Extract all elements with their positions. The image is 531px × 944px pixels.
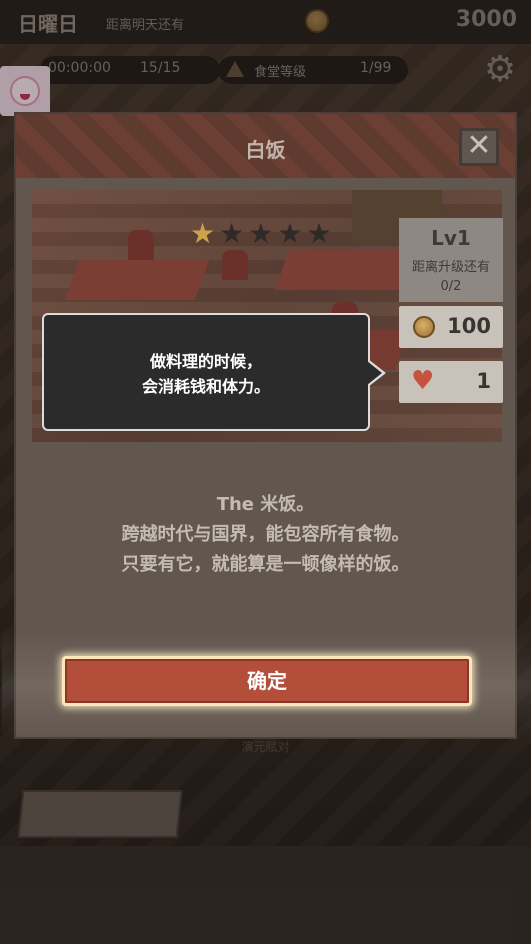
chair bbox=[222, 250, 248, 280]
star-icon: ★ bbox=[306, 217, 332, 250]
dish-level: Lv1 bbox=[431, 226, 471, 250]
coin-icon bbox=[413, 316, 435, 338]
heart-icon: ♥ bbox=[411, 366, 435, 396]
stamina-cost: ♥ 1 bbox=[399, 361, 503, 403]
star-icon: ★ bbox=[277, 217, 303, 250]
tooltip-line: 会消耗钱和体力。 bbox=[141, 377, 270, 396]
coin-cost: 100 bbox=[399, 306, 503, 348]
dish-dialog: 白饭 ✕ ★ ★ ★ ★ ★ Lv1 距离升级还有 0/2 100 ♥ 1 做料… bbox=[2, 112, 531, 740]
star-icon: ★ bbox=[190, 217, 216, 250]
stamina-cost-value: 1 bbox=[476, 369, 491, 393]
description-line: 只要有它，就能算是一顿像样的饭。 bbox=[121, 554, 410, 575]
dialog-header: 白饭 ✕ bbox=[16, 114, 515, 178]
star-icon: ★ bbox=[219, 217, 245, 250]
tooltip-line: 做料理的时候， bbox=[149, 352, 262, 371]
confirm-button[interactable]: 确定 bbox=[62, 656, 472, 706]
chair bbox=[128, 230, 154, 260]
rating-stars: ★ ★ ★ ★ ★ bbox=[190, 220, 332, 248]
level-panel: Lv1 距离升级还有 0/2 bbox=[399, 218, 503, 302]
table bbox=[64, 260, 210, 300]
star-icon: ★ bbox=[248, 217, 274, 250]
upgrade-info: 距离升级还有 0/2 bbox=[399, 258, 503, 296]
tooltip: 做料理的时候， 会消耗钱和体力。 bbox=[42, 313, 386, 431]
coin-cost-value: 100 bbox=[447, 314, 491, 338]
dialog-title: 白饭 bbox=[245, 138, 286, 162]
tooltip-text: 做料理的时候， 会消耗钱和体力。 bbox=[44, 349, 368, 399]
upgrade-label: 距离升级还有 bbox=[411, 260, 490, 275]
upgrade-progress: 0/2 bbox=[440, 279, 462, 294]
dish-description: The 米饭。 跨越时代与国界，能包容所有食物。 只要有它，就能算是一顿像样的饭… bbox=[16, 490, 515, 580]
close-icon[interactable]: ✕ bbox=[459, 128, 499, 166]
description-line: The 米饭。 bbox=[216, 494, 315, 515]
description-line: 跨越时代与国界，能包容所有食物。 bbox=[121, 524, 410, 545]
